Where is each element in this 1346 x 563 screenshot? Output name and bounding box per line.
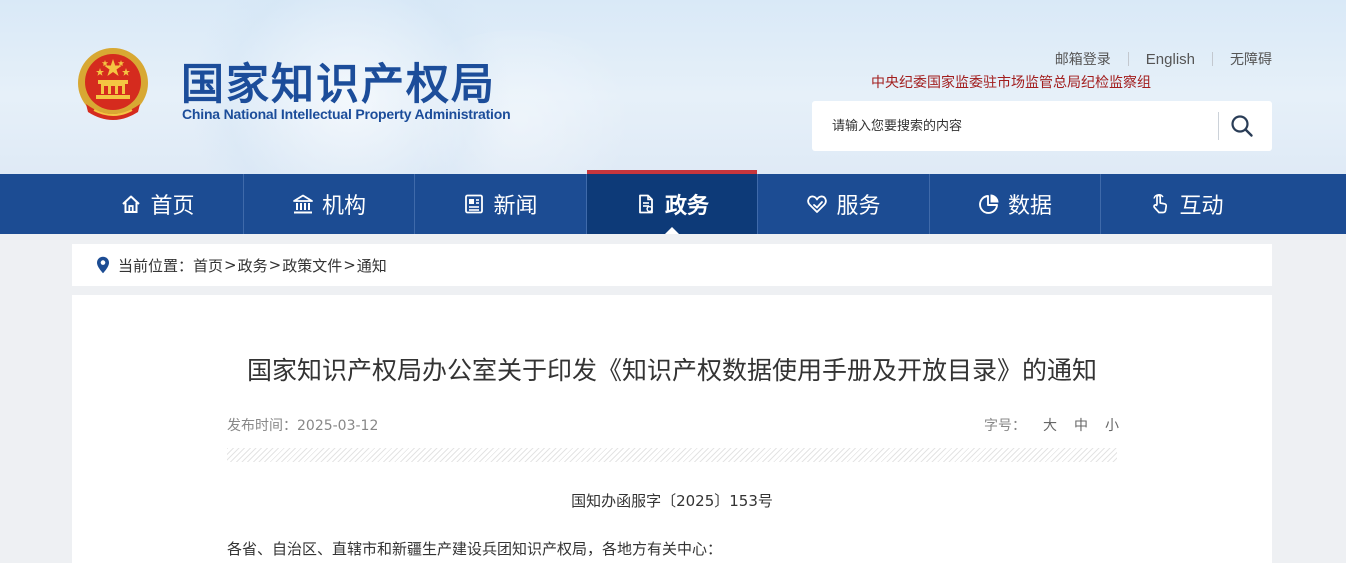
nav-item-label: 机构 xyxy=(321,194,366,219)
news-icon xyxy=(465,194,484,214)
institution-icon xyxy=(293,194,313,214)
breadcrumb-government-affairs[interactable]: 政务 xyxy=(238,255,268,276)
article-container: 国家知识产权局办公室关于印发《知识产权数据使用手册及开放目录》的通知 发布时间：… xyxy=(72,295,1272,563)
article-salutation: 各省、自治区、直辖市和新疆生产建设兵团知识产权局，各地方有关中心： xyxy=(227,540,723,558)
font-size-switcher: 字号： 大 中 小 xyxy=(984,415,1119,435)
breadcrumb-home[interactable]: 首页 xyxy=(193,255,223,276)
home-icon xyxy=(122,195,141,213)
site-logo-en[interactable]: China National Intellectual Property Adm… xyxy=(182,106,511,122)
search-divider xyxy=(1218,112,1219,140)
main-nav: 首页 机构 新闻 政务 服务 数据 互动 xyxy=(0,170,1346,234)
breadcrumb: 当前位置： 首页 > 政务 > 政策文件 > 通知 xyxy=(72,244,1272,286)
font-size-large-button[interactable]: 大 xyxy=(1043,418,1057,434)
english-link[interactable]: English xyxy=(1146,51,1195,68)
publish-date: 2025-03-12 xyxy=(297,418,379,434)
search-input[interactable] xyxy=(812,101,1217,151)
discipline-inspection-link[interactable]: 中央纪委国家监委驻市场监管总局纪检监察组 xyxy=(871,72,1151,92)
mail-login-link[interactable]: 邮箱登录 xyxy=(1055,52,1111,68)
search-box xyxy=(812,101,1272,151)
publish-info: 发布时间：2025-03-12 xyxy=(227,415,378,435)
hand-pointer-icon xyxy=(1153,194,1168,214)
font-size-label: 字号： xyxy=(984,418,1026,434)
breadcrumb-policy-documents[interactable]: 政策文件 xyxy=(282,255,342,276)
nav-item-government-affairs[interactable]: 政务 xyxy=(587,170,758,234)
nav-item-label: 数据 xyxy=(1007,194,1052,219)
site-logo-cn[interactable]: 国家知识产权局 xyxy=(181,50,496,112)
nav-item-institution[interactable]: 机构 xyxy=(244,174,415,234)
nav-item-news[interactable]: 新闻 xyxy=(415,174,587,234)
document-icon xyxy=(639,194,653,214)
document-number: 国知办函服字〔2025〕153号 xyxy=(571,492,773,510)
nav-item-label: 首页 xyxy=(150,194,195,219)
breadcrumb-notices[interactable]: 通知 xyxy=(357,255,387,276)
search-icon[interactable] xyxy=(1230,114,1254,138)
breadcrumb-separator: > xyxy=(224,256,237,274)
article-title: 国家知识产权局办公室关于印发《知识产权数据使用手册及开放目录》的通知 xyxy=(246,356,1097,385)
location-pin-icon xyxy=(97,256,109,274)
breadcrumb-prefix: 当前位置： xyxy=(118,256,194,275)
font-size-medium-button[interactable]: 中 xyxy=(1074,418,1088,434)
top-link-divider xyxy=(1127,52,1129,66)
national-emblem-icon[interactable] xyxy=(76,46,150,124)
pie-chart-icon xyxy=(979,194,999,214)
nav-item-label: 互动 xyxy=(1179,194,1224,219)
nav-item-label: 新闻 xyxy=(493,194,538,219)
heart-hand-icon xyxy=(807,195,828,213)
site-header: 国家知识产权局 China National Intellectual Prop… xyxy=(0,0,1346,174)
breadcrumb-separator: > xyxy=(343,256,356,274)
top-link-divider xyxy=(1212,52,1213,66)
nav-item-services[interactable]: 服务 xyxy=(758,174,930,234)
publish-label: 发布时间： xyxy=(227,418,297,434)
divider-stripe xyxy=(227,448,1117,462)
top-links: 邮箱登录 English 无障碍 xyxy=(1055,49,1272,69)
nav-item-interaction[interactable]: 互动 xyxy=(1101,174,1272,234)
accessibility-link[interactable]: 无障碍 xyxy=(1230,52,1272,68)
font-size-small-button[interactable]: 小 xyxy=(1105,418,1119,434)
nav-item-data[interactable]: 数据 xyxy=(930,174,1101,234)
nav-item-label: 政务 xyxy=(664,194,709,219)
nav-item-home[interactable]: 首页 xyxy=(72,174,244,234)
breadcrumb-separator: > xyxy=(268,256,282,274)
nav-item-label: 服务 xyxy=(836,194,881,219)
